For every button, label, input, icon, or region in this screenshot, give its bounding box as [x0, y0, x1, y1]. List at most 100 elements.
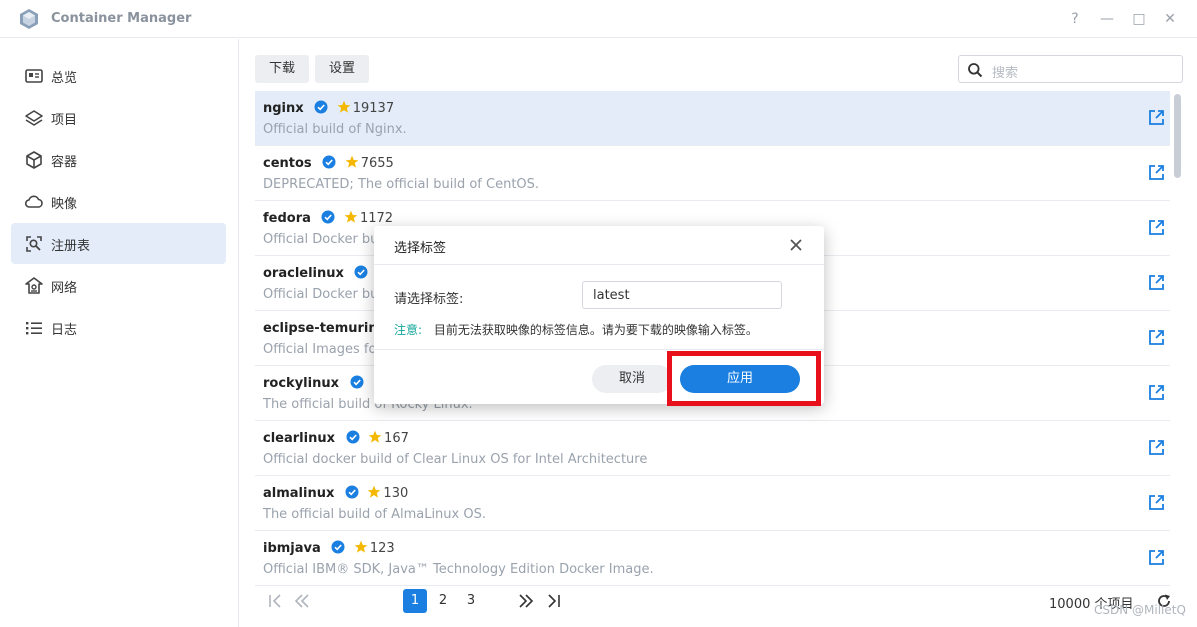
next-page-icon[interactable]: [518, 593, 534, 609]
verified-icon: [322, 155, 336, 169]
sidebar: 总览 项目 容器 映像 注册表 网络 日志: [0, 39, 239, 627]
star-count: 1172: [359, 211, 394, 226]
container-manager-logo-icon: [20, 9, 38, 29]
image-name-line: fedora 1172: [263, 210, 393, 226]
page-1[interactable]: 1: [403, 589, 427, 613]
note-label: 注意:: [394, 323, 423, 337]
star-icon: [345, 155, 359, 168]
last-page-icon[interactable]: [546, 593, 562, 609]
dialog-close-icon[interactable]: [786, 235, 806, 255]
minimize-icon[interactable]: —: [1097, 9, 1117, 29]
sidebar-item-registry[interactable]: 注册表: [11, 223, 226, 264]
verified-icon: [345, 485, 359, 499]
settings-button[interactable]: 设置: [315, 55, 369, 83]
overview-icon: [25, 69, 43, 83]
image-name: centos: [263, 156, 312, 171]
page-2[interactable]: 2: [431, 589, 455, 613]
image-description: Official Docker bu: [263, 232, 379, 247]
star-icon: [354, 540, 368, 553]
sidebar-item-projects[interactable]: 项目: [11, 97, 226, 138]
table-row[interactable]: centos 7655 DEPRECATED; The official bui…: [255, 146, 1170, 201]
sidebar-item-label: 注册表: [51, 239, 91, 254]
page-3[interactable]: 3: [459, 589, 483, 613]
external-link-icon[interactable]: [1148, 329, 1165, 346]
tag-input[interactable]: [582, 281, 782, 309]
star-icon: [368, 430, 382, 443]
divider: [374, 349, 824, 350]
star-count: 7655: [360, 156, 394, 171]
table-row[interactable]: ibmjava 123 Official IBM® SDK, Java™ Tec…: [255, 531, 1170, 586]
sidebar-item-network[interactable]: 网络: [11, 265, 226, 306]
verified-icon: [354, 265, 368, 279]
close-icon[interactable]: ✕: [1160, 9, 1180, 29]
image-name: almalinux: [263, 486, 335, 501]
image-name-line: centos 7655: [263, 155, 394, 171]
search-input[interactable]: 搜索: [958, 55, 1183, 83]
title-bar: Container Manager ? — □ ✕: [0, 0, 1197, 38]
image-name: ibmjava: [263, 541, 321, 556]
registry-icon: [26, 236, 42, 252]
image-name-line: rockylinux: [263, 375, 364, 391]
first-page-icon[interactable]: [267, 593, 283, 609]
cancel-button[interactable]: 取消: [592, 365, 672, 393]
image-name: fedora: [263, 211, 311, 226]
dialog-title: 选择标签: [394, 241, 447, 256]
external-link-icon[interactable]: [1148, 439, 1165, 456]
image-description: DEPRECATED; The official build of CentOS…: [263, 177, 540, 192]
layers-icon: [25, 110, 43, 126]
watermark: CSDN @MilletQ: [1094, 603, 1186, 617]
note-text: 目前无法获取映像的标签信息。请为要下载的映像输入标签。: [433, 323, 758, 337]
sidebar-item-label: 日志: [51, 323, 78, 338]
external-link-icon[interactable]: [1148, 494, 1165, 511]
search-icon: [968, 63, 983, 78]
sidebar-item-label: 网络: [51, 281, 78, 296]
sidebar-item-images[interactable]: 映像: [11, 181, 226, 222]
cube-icon: [26, 151, 42, 169]
download-button[interactable]: 下载: [255, 55, 309, 83]
external-link-icon[interactable]: [1148, 384, 1165, 401]
table-row[interactable]: nginx 19137 Official build of Nginx.: [255, 91, 1170, 146]
pagination: 1 2 3 10000 个项目: [255, 587, 1190, 615]
tag-field-label: 请选择标签:: [394, 292, 464, 307]
image-name-line: oraclelinux: [263, 265, 368, 281]
sidebar-item-log[interactable]: 日志: [11, 307, 226, 348]
dialog-note: 注意: 目前无法获取映像的标签信息。请为要下载的映像输入标签。: [394, 321, 758, 338]
image-description: Official docker build of Clear Linux OS …: [263, 452, 648, 467]
image-name: nginx: [263, 101, 304, 116]
external-link-icon[interactable]: [1148, 549, 1165, 566]
star-icon: [337, 100, 351, 113]
sidebar-item-label: 项目: [51, 113, 78, 128]
star-icon: [368, 485, 381, 498]
image-name: oraclelinux: [263, 266, 344, 281]
image-description: Official IBM® SDK, Java™ Technology Edit…: [263, 562, 654, 577]
log-icon: [26, 322, 42, 335]
sidebar-item-containers[interactable]: 容器: [11, 139, 226, 180]
table-row[interactable]: almalinux 130 The official build of Alma…: [255, 476, 1170, 531]
star-count: 19137: [352, 101, 395, 116]
image-name: eclipse-temurin: [263, 321, 378, 336]
sidebar-item-overview[interactable]: 总览: [11, 55, 226, 96]
external-link-icon[interactable]: [1148, 109, 1165, 126]
table-row[interactable]: clearlinux 167 Official docker build of …: [255, 421, 1170, 476]
external-link-icon[interactable]: [1148, 219, 1165, 236]
verified-icon: [346, 430, 360, 444]
list-scrollbar[interactable]: [1174, 94, 1181, 178]
sidebar-item-label: 总览: [51, 71, 78, 86]
image-name-line: nginx 19137: [263, 100, 394, 116]
network-icon: [25, 277, 43, 294]
verified-icon: [350, 375, 364, 389]
search-placeholder: 搜索: [992, 66, 1019, 81]
divider: [374, 264, 824, 265]
apply-button-highlight: [667, 351, 821, 406]
sidebar-item-label: 映像: [51, 197, 78, 212]
previous-page-icon[interactable]: [294, 593, 310, 609]
app-title: Container Manager: [51, 11, 192, 26]
cloud-icon: [24, 195, 43, 208]
maximize-icon[interactable]: □: [1129, 9, 1149, 29]
image-name-line: ibmjava 123: [263, 540, 395, 556]
image-description: Official build of Nginx.: [263, 122, 407, 137]
star-icon: [344, 210, 358, 223]
external-link-icon[interactable]: [1148, 274, 1165, 291]
help-icon[interactable]: ?: [1065, 9, 1085, 29]
external-link-icon[interactable]: [1148, 164, 1165, 181]
